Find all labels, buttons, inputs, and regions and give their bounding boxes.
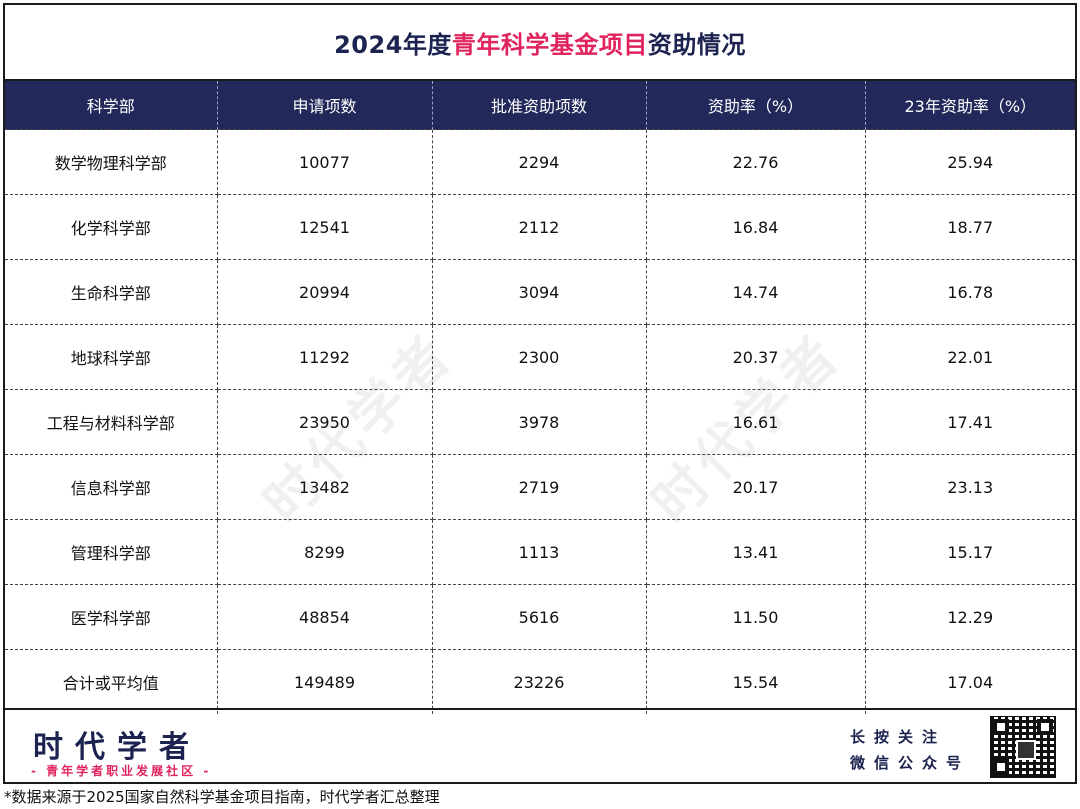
cell-approved: 3978 xyxy=(431,389,647,455)
page-title: 2024年度 青年科学基金项目 资助情况 xyxy=(5,5,1075,81)
cell-applications: 11292 xyxy=(216,324,433,390)
table-total-row: 合计或平均值 149489 23226 15.54 17.04 xyxy=(5,649,1075,714)
cell-rate-2023: 18.77 xyxy=(864,194,1075,260)
follow-line-1: 长按关注 xyxy=(850,728,947,746)
cell-rate: 20.17 xyxy=(645,454,866,520)
cell-department: 地球科学部 xyxy=(5,324,218,390)
cell-rate: 13.41 xyxy=(645,519,866,585)
funding-table: 科学部 申请项数 批准资助项数 资助率（%） 23年资助率（%） 数学物理科学部… xyxy=(5,81,1075,714)
header-department: 科学部 xyxy=(5,81,218,130)
cell-department: 管理科学部 xyxy=(5,519,218,585)
cell-rate: 16.61 xyxy=(645,389,866,455)
cell-department: 工程与材料科学部 xyxy=(5,389,218,455)
cell-rate-2023: 22.01 xyxy=(864,324,1075,390)
cell-rate: 20.37 xyxy=(645,324,866,390)
cell-department: 医学科学部 xyxy=(5,584,218,650)
cell-rate: 14.74 xyxy=(645,259,866,325)
table-row: 医学科学部 48854 5616 11.50 12.29 xyxy=(5,584,1075,650)
cell-rate: 16.84 xyxy=(645,194,866,260)
cell-approved: 2294 xyxy=(431,129,647,195)
cell-department: 合计或平均值 xyxy=(5,649,218,714)
cell-rate-2023: 23.13 xyxy=(864,454,1075,520)
cell-rate: 11.50 xyxy=(645,584,866,650)
cell-department: 化学科学部 xyxy=(5,194,218,260)
brand-logo-text: 时代学者 xyxy=(33,730,201,765)
table-row: 生命科学部 20994 3094 14.74 16.78 xyxy=(5,259,1075,325)
title-suffix: 资助情况 xyxy=(647,30,746,59)
follow-prompt: 长按关注 微信公众号 xyxy=(850,724,970,776)
cell-applications: 8299 xyxy=(216,519,433,585)
cell-applications: 10077 xyxy=(216,129,433,195)
cell-rate-2023: 15.17 xyxy=(864,519,1075,585)
table-row: 工程与材料科学部 23950 3978 16.61 17.41 xyxy=(5,389,1075,455)
cell-rate-2023: 12.29 xyxy=(864,584,1075,650)
table-row: 地球科学部 11292 2300 20.37 22.01 xyxy=(5,324,1075,390)
header-rate: 资助率（%） xyxy=(645,81,866,130)
table-header-row: 科学部 申请项数 批准资助项数 资助率（%） 23年资助率（%） xyxy=(5,81,1075,130)
brand-slogan: - 青年学者职业发展社区 - xyxy=(31,764,212,778)
cell-rate: 15.54 xyxy=(645,649,866,714)
cell-rate-2023: 25.94 xyxy=(864,129,1075,195)
footer: 时代学者 - 青年学者职业发展社区 - 长按关注 微信公众号 xyxy=(5,708,1075,782)
table-row: 数学物理科学部 10077 2294 22.76 25.94 xyxy=(5,129,1075,195)
cell-approved: 23226 xyxy=(431,649,647,714)
table-row: 信息科学部 13482 2719 20.17 23.13 xyxy=(5,454,1075,520)
cell-rate-2023: 16.78 xyxy=(864,259,1075,325)
header-approved: 批准资助项数 xyxy=(431,81,647,130)
follow-line-2: 微信公众号 xyxy=(850,754,971,772)
cell-rate-2023: 17.04 xyxy=(864,649,1075,714)
cell-applications: 13482 xyxy=(216,454,433,520)
header-applications: 申请项数 xyxy=(216,81,433,130)
cell-department: 生命科学部 xyxy=(5,259,218,325)
cell-approved: 2719 xyxy=(431,454,647,520)
title-highlight: 青年科学基金项目 xyxy=(451,30,648,59)
table-row: 管理科学部 8299 1113 13.41 15.17 xyxy=(5,519,1075,585)
cell-applications: 48854 xyxy=(216,584,433,650)
cell-applications: 23950 xyxy=(216,389,433,455)
cell-approved: 1113 xyxy=(431,519,647,585)
cell-department: 信息科学部 xyxy=(5,454,218,520)
table-row: 化学科学部 12541 2112 16.84 18.77 xyxy=(5,194,1075,260)
header-rate-2023: 23年资助率（%） xyxy=(864,81,1075,130)
source-note: *数据来源于2025国家自然科学基金项目指南，时代学者汇总整理 xyxy=(4,788,440,806)
cell-applications: 149489 xyxy=(216,649,433,714)
cell-applications: 12541 xyxy=(216,194,433,260)
qr-code-icon[interactable] xyxy=(990,716,1056,778)
infographic-frame: 2024年度 青年科学基金项目 资助情况 科学部 申请项数 批准资助项数 资助率（%… xyxy=(3,3,1077,784)
cell-department: 数学物理科学部 xyxy=(5,129,218,195)
cell-approved: 2112 xyxy=(431,194,647,260)
cell-approved: 3094 xyxy=(431,259,647,325)
title-prefix: 2024年度 xyxy=(334,30,452,59)
cell-approved: 5616 xyxy=(431,584,647,650)
cell-approved: 2300 xyxy=(431,324,647,390)
cell-rate: 22.76 xyxy=(645,129,866,195)
cell-rate-2023: 17.41 xyxy=(864,389,1075,455)
cell-applications: 20994 xyxy=(216,259,433,325)
